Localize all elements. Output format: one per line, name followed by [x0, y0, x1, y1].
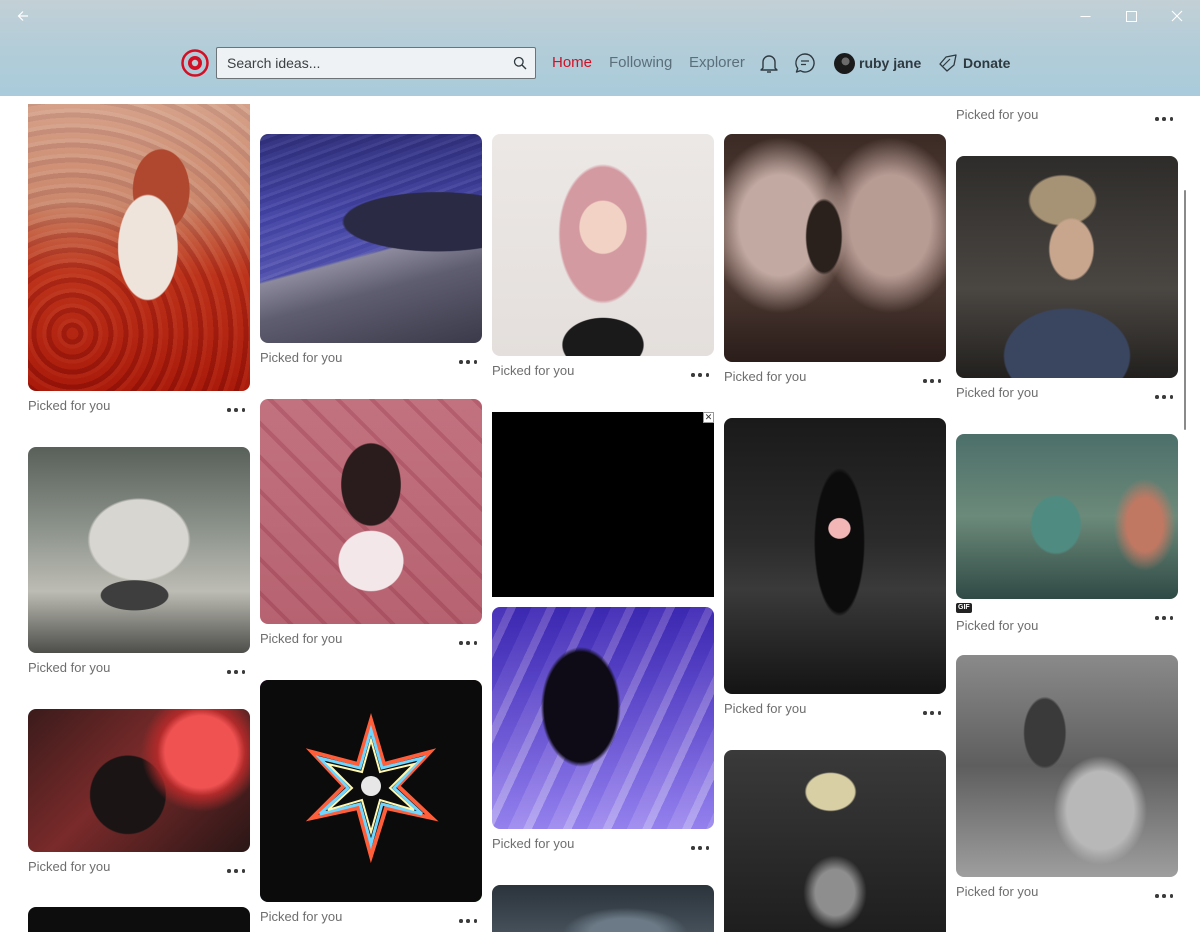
pin-more-button[interactable]	[224, 404, 248, 416]
search-box	[216, 47, 536, 79]
maximize-icon	[1125, 10, 1137, 22]
pin-image[interactable]	[724, 418, 946, 694]
pin-image[interactable]	[28, 447, 250, 653]
back-button[interactable]	[0, 0, 46, 32]
search-icon[interactable]	[513, 56, 527, 70]
star-flare-overlay	[260, 680, 482, 902]
arrow-left-icon	[17, 11, 28, 21]
user-profile-button[interactable]: ruby jane	[834, 52, 921, 74]
pin-image[interactable]	[260, 399, 482, 624]
search-input[interactable]	[217, 48, 507, 78]
pin-image[interactable]	[28, 907, 250, 932]
pin-more-button[interactable]	[688, 842, 712, 854]
header-bar: Home Following Explorer ruby jane Donate	[0, 0, 1200, 96]
app-window: Home Following Explorer ruby jane Donate…	[0, 0, 1200, 932]
pin-more-button[interactable]	[456, 637, 480, 649]
scrollbar-thumb[interactable]	[1184, 190, 1186, 430]
pin-more-button[interactable]	[224, 666, 248, 678]
pin-image[interactable]	[956, 655, 1178, 877]
pin-image[interactable]	[28, 104, 250, 391]
pin-label: Picked for you	[28, 660, 111, 675]
notifications-bell-icon[interactable]	[757, 51, 781, 75]
pin-more-button[interactable]	[1152, 391, 1176, 403]
pin-label: Picked for you	[724, 701, 807, 716]
pin-image[interactable]	[492, 134, 714, 356]
ad-placeholder[interactable]	[492, 412, 714, 597]
pin-label: Picked for you	[260, 631, 343, 646]
close-button[interactable]	[1154, 0, 1200, 32]
maximize-button[interactable]	[1108, 0, 1154, 32]
pin-more-button[interactable]	[456, 915, 480, 927]
pin-image[interactable]	[724, 750, 946, 932]
donate-icon	[939, 54, 957, 72]
user-name: ruby jane	[859, 55, 922, 71]
pin-feed: Picked for you Picked for you Picked for…	[0, 96, 1200, 932]
pin-image[interactable]	[956, 156, 1178, 378]
pin-image[interactable]	[260, 134, 482, 343]
pin-image[interactable]	[28, 709, 250, 852]
pin-label: Picked for you	[956, 385, 1039, 400]
pin-label: Picked for you	[724, 369, 807, 384]
pin-more-button[interactable]	[1152, 612, 1176, 624]
pin-image[interactable]	[492, 885, 714, 932]
app-logo-icon[interactable]	[181, 49, 209, 77]
gif-badge: GIF	[956, 603, 972, 613]
pin-more-button[interactable]	[224, 865, 248, 877]
avatar	[834, 52, 855, 74]
pin-label: Picked for you	[260, 350, 343, 365]
pin-label: Picked for you	[492, 363, 575, 378]
pin-image[interactable]	[956, 434, 1178, 599]
pin-label: Picked for you	[956, 107, 1039, 122]
pin-label: Picked for you	[956, 884, 1039, 899]
pin-more-button[interactable]	[688, 369, 712, 381]
pin-label: Picked for you	[492, 836, 575, 851]
pin-label: Picked for you	[956, 618, 1039, 633]
pin-more-button[interactable]	[920, 707, 944, 719]
pin-more-button[interactable]	[1152, 890, 1176, 902]
donate-label: Donate	[963, 55, 1011, 71]
pin-more-button[interactable]	[920, 375, 944, 387]
close-icon	[1171, 10, 1183, 22]
pin-label: Picked for you	[28, 859, 111, 874]
nav-following[interactable]: Following	[609, 54, 672, 71]
pin-label: Picked for you	[28, 398, 111, 413]
nav-home[interactable]: Home	[552, 54, 592, 71]
pin-image[interactable]	[492, 607, 714, 829]
pin-more-button[interactable]	[456, 356, 480, 368]
minimize-icon	[1080, 15, 1090, 17]
scrollbar[interactable]	[1184, 96, 1200, 932]
donate-button[interactable]: Donate	[938, 52, 1010, 74]
pin-label: Picked for you	[260, 909, 343, 924]
ad-close-icon[interactable]: ✕	[703, 412, 714, 423]
pin-image[interactable]	[724, 134, 946, 362]
messages-icon[interactable]	[793, 51, 817, 75]
pin-more-button[interactable]	[1152, 113, 1176, 125]
minimize-button[interactable]	[1062, 0, 1108, 32]
nav-explorer[interactable]: Explorer	[689, 54, 745, 71]
